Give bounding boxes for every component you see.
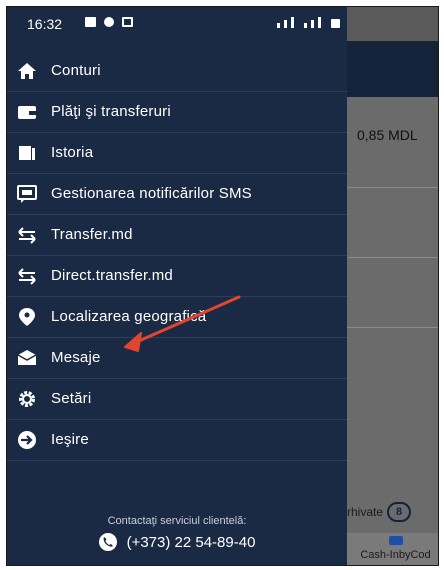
image-notification-icon: [85, 17, 96, 27]
status-bar: 16:32: [7, 7, 347, 41]
menu-item-localizarea-geografica[interactable]: Localizarea geografică: [7, 297, 347, 338]
menu-item-label: Conturi: [51, 62, 101, 79]
menu-item-mesaje[interactable]: Mesaje: [7, 338, 347, 379]
wallet-icon: [18, 106, 36, 119]
drawer-menu: Conturi Plăţi şi transferuri Istoria Ges…: [7, 51, 347, 461]
signal-icons: [277, 17, 340, 28]
menu-item-label: Istoria: [51, 144, 94, 161]
menu-item-transfer-md[interactable]: Transfer.md: [7, 215, 347, 256]
tab-cash-in: Cash-InbyCod: [353, 533, 438, 565]
menu-item-istoria[interactable]: Istoria: [7, 133, 347, 174]
menu-item-label: Mesaje: [51, 349, 101, 366]
archive-label: rhivate: [347, 505, 384, 519]
home-icon: [18, 63, 36, 79]
notification-icons: [85, 17, 133, 27]
contact-footer: Contactaţi serviciul clientelă: (+373) 2…: [7, 515, 347, 551]
app-notification-icon: [104, 17, 114, 27]
menu-item-label: Transfer.md: [51, 226, 133, 243]
menu-item-gestionarea-notificarilor-sms[interactable]: Gestionarea notificărilor SMS: [7, 174, 347, 215]
signal-bar-icon: [311, 20, 314, 28]
menu-item-label: Setări: [51, 390, 92, 407]
exit-arrow-icon: [18, 431, 36, 449]
menu-item-label: Direct.transfer.md: [51, 267, 173, 284]
screenshot-notification-icon: [122, 17, 133, 27]
signal-bar-icon: [304, 23, 307, 28]
phone-screen: 0,85 MDL rhivate 8 Cash-InbyCod 16:32 Co…: [6, 6, 439, 566]
menu-item-direct-transfer-md[interactable]: Direct.transfer.md: [7, 256, 347, 297]
background-divider: [347, 257, 438, 258]
background-amount: 0,85 MDL: [357, 127, 418, 143]
menu-item-label: Gestionarea notificărilor SMS: [51, 185, 252, 202]
background-divider: [347, 327, 438, 328]
phone-number: (+373) 22 54-89-40: [126, 533, 256, 551]
menu-item-label: Localizarea geografică: [51, 308, 207, 325]
tab-cash-in-label: Cash-InbyCod: [360, 549, 431, 561]
mail-icon: [17, 350, 37, 365]
menu-item-conturi[interactable]: Conturi: [7, 51, 347, 92]
transfer-icon: [18, 268, 36, 285]
cash-in-icon: [389, 536, 403, 545]
signal-bar-icon: [318, 17, 321, 28]
navigation-drawer: 16:32 Conturi Plăţi şi transferuri Istor…: [7, 7, 347, 565]
phone-link[interactable]: (+373) 22 54-89-40: [7, 533, 347, 551]
signal-bar-icon: [277, 23, 280, 28]
signal-bar-icon: [291, 17, 294, 28]
phone-icon: [98, 533, 117, 551]
background-divider: [347, 187, 438, 188]
history-icon: [19, 146, 35, 160]
archive-count-badge: 8: [387, 502, 412, 522]
signal-bar-icon: [284, 20, 287, 28]
location-pin-icon: [19, 308, 35, 326]
menu-item-iesire[interactable]: Ieşire: [7, 420, 347, 461]
status-time: 16:32: [27, 16, 63, 32]
menu-item-label: Ieşire: [51, 431, 89, 448]
gear-icon: [19, 391, 35, 407]
archive-filter: rhivate 8: [347, 502, 412, 522]
battery-icon: [331, 19, 340, 28]
menu-item-label: Plăţi şi transferuri: [51, 103, 171, 120]
sms-icon: [17, 185, 37, 203]
transfer-icon: [18, 227, 36, 244]
contact-label: Contactaţi serviciul clientelă:: [107, 515, 247, 527]
menu-item-plati-si-transferuri[interactable]: Plăţi şi transferuri: [7, 92, 347, 133]
menu-item-setari[interactable]: Setări: [7, 379, 347, 420]
